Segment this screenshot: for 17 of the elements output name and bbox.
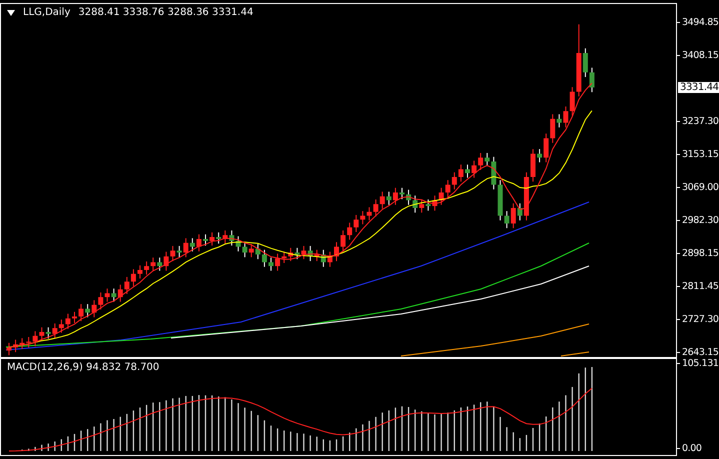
price-axis-label: 2898.15	[677, 248, 719, 259]
current-price-tag: 3331.44	[678, 82, 719, 93]
price-axis-label: 3069.00	[677, 182, 719, 193]
symbol-label: LLG,Daily	[23, 7, 70, 18]
price-axis-label: 3494.85	[677, 17, 719, 28]
macd-axis-label: 0.00	[677, 443, 719, 454]
price-axis-label: 3153.15	[677, 149, 719, 160]
price-axis-label: 2982.30	[677, 215, 719, 226]
price-axis-label: 2811.45	[677, 281, 719, 292]
price-axis-label: 3408.15	[677, 50, 719, 61]
ohlc-values: 3288.41 3338.76 3288.36 3331.44	[78, 7, 254, 18]
macd-axis-label: 105.131	[677, 358, 719, 369]
dropdown-triangle-icon[interactable]	[7, 10, 15, 16]
macd-label: MACD(12,26,9) 94.832 78.700	[7, 362, 160, 373]
price-axis-label: 3237.30	[677, 116, 719, 127]
price-axis-label: 2727.30	[677, 314, 719, 325]
price-axis-label: 2643.15	[677, 347, 719, 358]
